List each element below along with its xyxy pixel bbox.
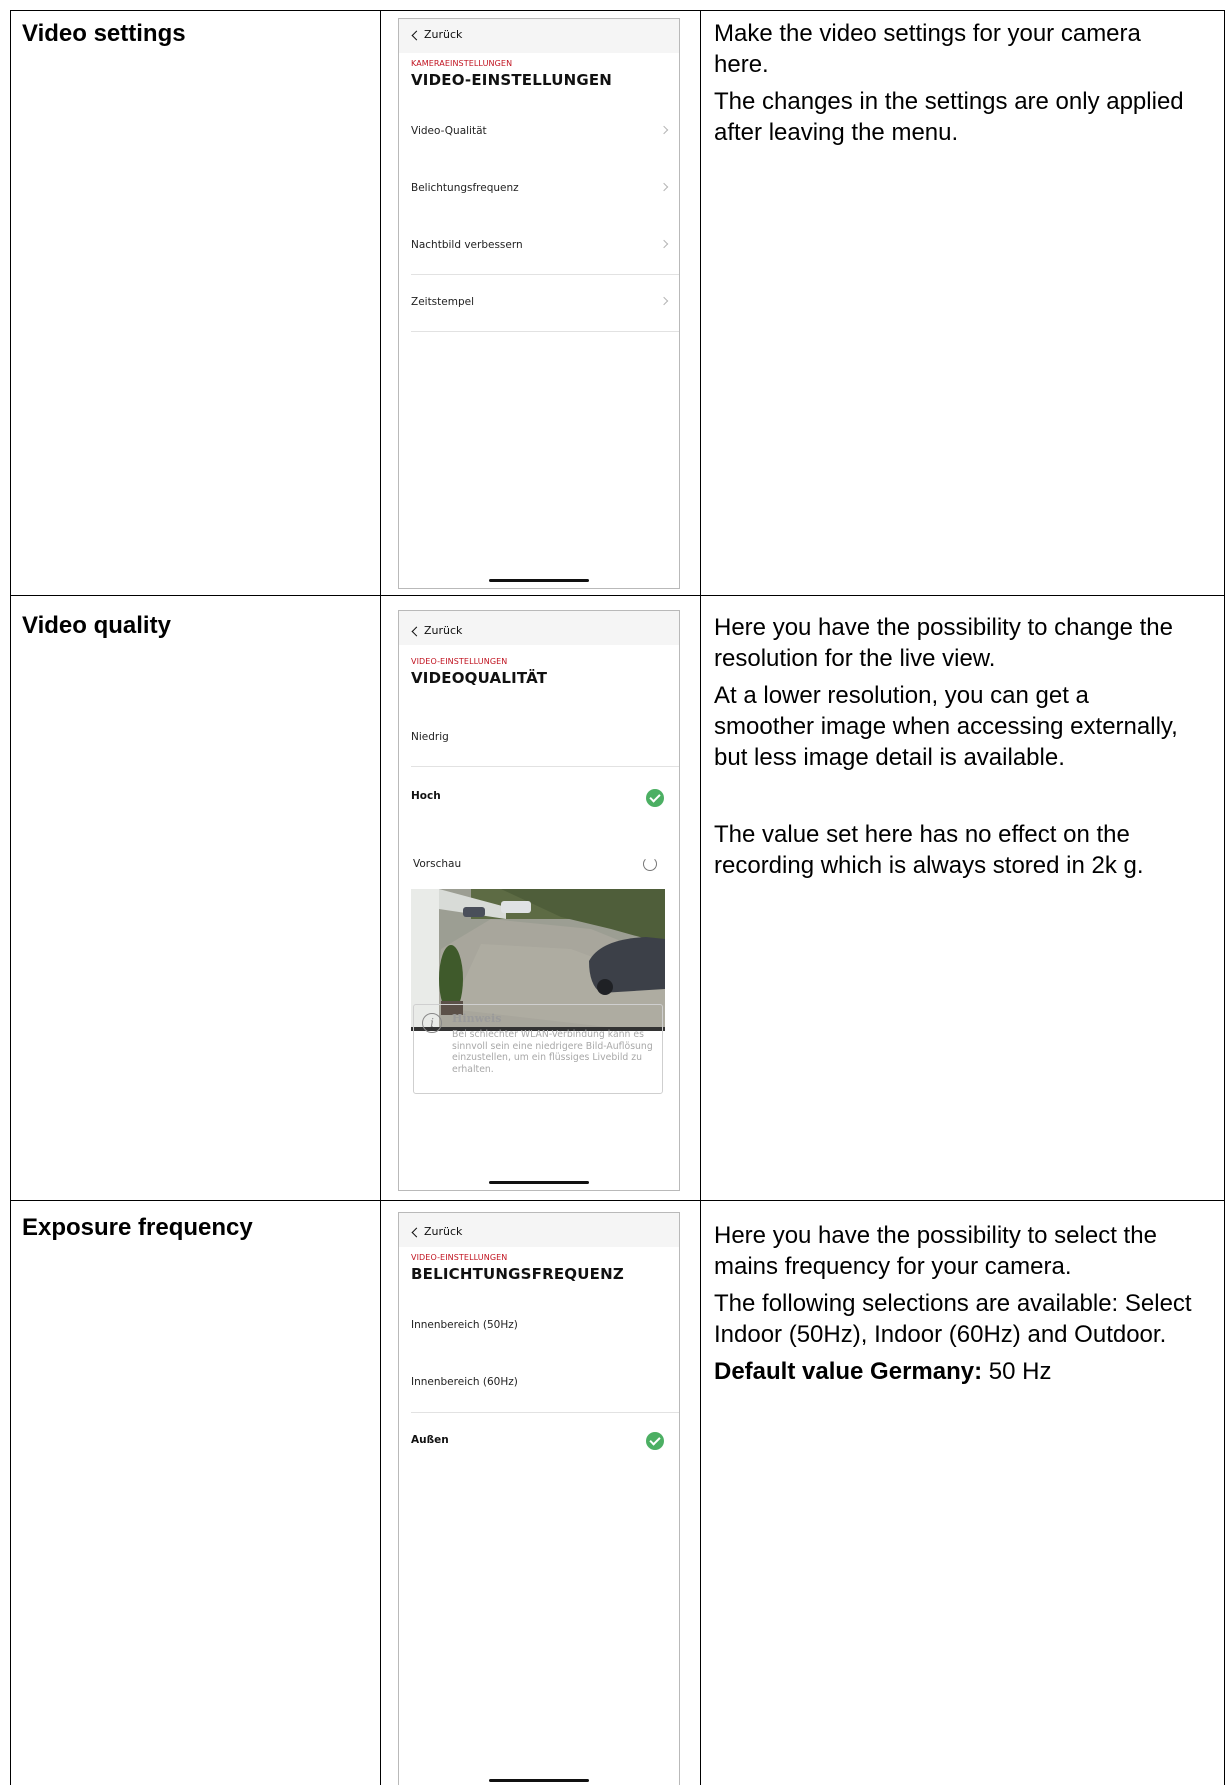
menu-item-night-image[interactable]: Nachtbild verbessern	[411, 239, 669, 251]
phone-screenshot-exposure-frequency: Zurück VIDEO-EINSTELLUNGEN BELICHTUNGSFR…	[398, 1212, 680, 1785]
chevron-left-icon	[411, 626, 422, 636]
row-description: Make the video settings for your camera …	[714, 18, 1194, 154]
row-description: Here you have the possibility to select …	[714, 1220, 1194, 1393]
back-button[interactable]: Zurück	[411, 1225, 463, 1238]
back-label: Zurück	[424, 28, 463, 41]
default-value: 50 Hz	[982, 1358, 1052, 1385]
option-label: Innenbereich (60Hz)	[411, 1376, 518, 1388]
option-label: Niedrig	[411, 731, 449, 743]
option-low[interactable]: Niedrig	[411, 731, 669, 743]
description-paragraph: The following selections are available: …	[714, 1290, 1192, 1348]
divider	[411, 766, 679, 767]
row-title: Video quality	[22, 612, 171, 639]
breadcrumb: VIDEO-EINSTELLUNGEN	[411, 1253, 508, 1262]
menu-item-exposure-frequency[interactable]: Belichtungsfrequenz	[411, 182, 669, 194]
divider	[411, 274, 679, 275]
option-indoor-60hz[interactable]: Innenbereich (60Hz)	[411, 1376, 669, 1388]
description-paragraph: The changes in the settings are only app…	[714, 88, 1184, 146]
table-border-row1	[10, 595, 1225, 596]
table-border-col2	[700, 10, 701, 1785]
page-title: VIDEO-EINSTELLUNGEN	[411, 71, 613, 89]
row-title: Video settings	[22, 20, 186, 47]
chevron-left-icon	[411, 30, 422, 40]
divider	[411, 331, 679, 332]
menu-item-label: Video-Qualität	[411, 125, 487, 137]
home-indicator	[489, 1181, 589, 1184]
check-icon	[646, 789, 664, 807]
default-value-label: Default value Germany:	[714, 1358, 983, 1385]
chevron-left-icon	[411, 1227, 422, 1237]
description-paragraph: The value set here has no effect on the …	[714, 821, 1144, 879]
description-paragraph: Make the video settings for your camera …	[714, 20, 1141, 78]
preview-label-text: Vorschau	[413, 858, 462, 870]
chevron-right-icon	[659, 296, 669, 306]
chevron-right-icon	[659, 182, 669, 192]
info-icon: i	[422, 1013, 442, 1033]
back-button[interactable]: Zurück	[411, 28, 463, 41]
option-indoor-50hz[interactable]: Innenbereich (50Hz)	[411, 1319, 669, 1331]
chevron-right-icon	[659, 239, 669, 249]
back-button[interactable]: Zurück	[411, 624, 463, 637]
table-border-left	[10, 10, 11, 1785]
menu-item-label: Zeitstempel	[411, 296, 475, 308]
row-description: Here you have the possibility to change …	[714, 612, 1194, 887]
back-label: Zurück	[424, 1225, 463, 1238]
option-outdoor[interactable]: Außen	[411, 1434, 669, 1446]
description-paragraph: At a lower resolution, you can get a smo…	[714, 682, 1178, 771]
option-label: Innenbereich (50Hz)	[411, 1319, 518, 1331]
table-border-col1	[380, 10, 381, 1785]
hint-text: Bei schlechter WLAN-Verbindung kann es s…	[452, 1029, 653, 1075]
option-high[interactable]: Hoch	[411, 790, 669, 802]
hint-box: i Hinweis Bei schlechter WLAN-Verbindung…	[413, 1004, 663, 1094]
option-label: Außen	[411, 1434, 449, 1446]
check-icon	[646, 1432, 664, 1450]
page-title: BELICHTUNGSFREQUENZ	[411, 1265, 624, 1283]
phone-screenshot-video-settings: Zurück KAMERAEINSTELLUNGEN VIDEO-EINSTEL…	[398, 18, 680, 589]
home-indicator	[489, 1779, 589, 1782]
refresh-icon[interactable]	[643, 857, 657, 871]
home-indicator	[489, 579, 589, 582]
breadcrumb: KAMERAEINSTELLUNGEN	[411, 59, 513, 68]
preview-label: Vorschau	[413, 858, 669, 870]
chevron-right-icon	[659, 125, 669, 135]
divider	[411, 1412, 679, 1413]
default-value-line: Default value Germany: 50 Hz	[714, 1356, 1194, 1387]
table-border-row2	[10, 1200, 1225, 1201]
page-title: VIDEOQUALITÄT	[411, 669, 548, 687]
phone-screenshot-video-quality: Zurück VIDEO-EINSTELLUNGEN VIDEOQUALITÄT…	[398, 610, 680, 1191]
hint-title: Hinweis	[452, 1012, 502, 1025]
back-label: Zurück	[424, 624, 463, 637]
breadcrumb: VIDEO-EINSTELLUNGEN	[411, 657, 508, 666]
option-label: Hoch	[411, 790, 441, 802]
description-paragraph: Here you have the possibility to change …	[714, 614, 1173, 672]
description-paragraph: Here you have the possibility to select …	[714, 1222, 1157, 1280]
menu-item-label: Belichtungsfrequenz	[411, 182, 519, 194]
menu-item-video-quality[interactable]: Video-Qualität	[411, 125, 669, 137]
row-title: Exposure frequency	[22, 1214, 253, 1241]
menu-item-label: Nachtbild verbessern	[411, 239, 523, 251]
table-border-top	[10, 10, 1225, 11]
menu-item-timestamp[interactable]: Zeitstempel	[411, 296, 669, 308]
